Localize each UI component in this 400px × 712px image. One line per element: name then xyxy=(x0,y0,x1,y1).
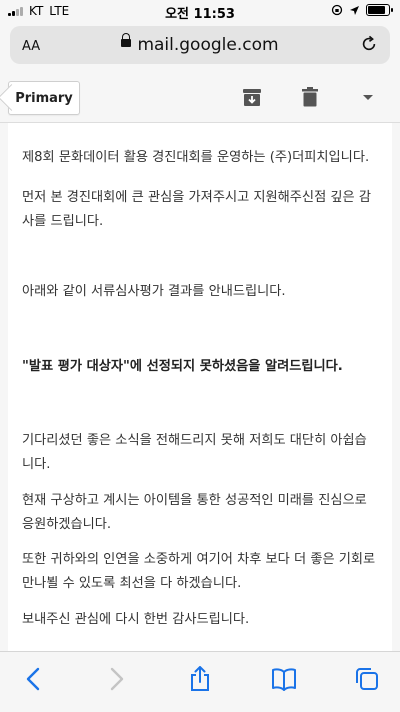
trash-icon[interactable] xyxy=(299,86,321,108)
email-paragraph: 보내주신 관심에 다시 한번 감사드립니다. xyxy=(22,612,250,627)
bookmarks-icon[interactable] xyxy=(271,666,297,692)
status-bar: KT LTE 오전 11:53 xyxy=(0,0,400,24)
share-icon[interactable] xyxy=(187,666,213,692)
url-text: mail.google.com xyxy=(137,35,279,55)
lock-icon xyxy=(121,33,132,47)
primary-back-button[interactable]: Primary xyxy=(8,81,80,115)
email-paragraph: 현재 구상하고 계시는 아이템을 통한 성공적인 미래를 진심으로 응원하겠습니… xyxy=(22,493,367,532)
forward-arrow-icon[interactable] xyxy=(103,666,129,692)
dropdown-arrow-icon[interactable] xyxy=(357,86,379,108)
location-icon xyxy=(350,5,359,15)
back-arrow-icon[interactable] xyxy=(21,666,47,692)
primary-back-label: Primary xyxy=(15,90,73,106)
url-field[interactable]: mail.google.com xyxy=(10,33,390,55)
orientation-lock-icon xyxy=(331,4,343,16)
tabs-icon[interactable] xyxy=(354,666,380,692)
mail-toolbar: Primary xyxy=(0,72,400,123)
email-paragraph: 제8회 문화데이터 활용 경진대회를 운영하는 (주)더피치입니다. xyxy=(22,150,370,165)
status-right xyxy=(331,4,393,16)
address-bar[interactable]: AA mail.google.com xyxy=(10,26,390,64)
email-body-area: 제8회 문화데이터 활용 경진대회를 운영하는 (주)더피치입니다. 먼저 본 … xyxy=(0,123,400,651)
email-paragraph: 또한 귀하와의 인연을 소중하게 여기어 차후 보다 더 좋은 기회로 만나뵐 … xyxy=(22,552,376,591)
battery-icon xyxy=(366,4,393,16)
email-paragraph: 기다리셨던 좋은 소식을 전해드리지 못해 저희도 대단히 아쉽습니다. xyxy=(22,433,367,472)
battery-fill xyxy=(368,6,385,14)
browser-bottom-bar xyxy=(0,651,400,712)
reload-icon[interactable] xyxy=(360,35,378,53)
email-paragraph-emphasis: "발표 평가 대상자"에 선정되지 못하셨음을 알려드립니다. xyxy=(22,359,343,374)
archive-icon[interactable] xyxy=(241,86,263,108)
email-paragraph: 먼저 본 경진대회에 큰 관심을 가져주시고 지원해주신점 깊은 감사를 드립니… xyxy=(22,190,371,229)
email-body: 제8회 문화데이터 활용 경진대회를 운영하는 (주)더피치입니다. 먼저 본 … xyxy=(8,123,392,651)
email-paragraph: 아래와 같이 서류심사평가 결과를 안내드립니다. xyxy=(22,284,286,299)
